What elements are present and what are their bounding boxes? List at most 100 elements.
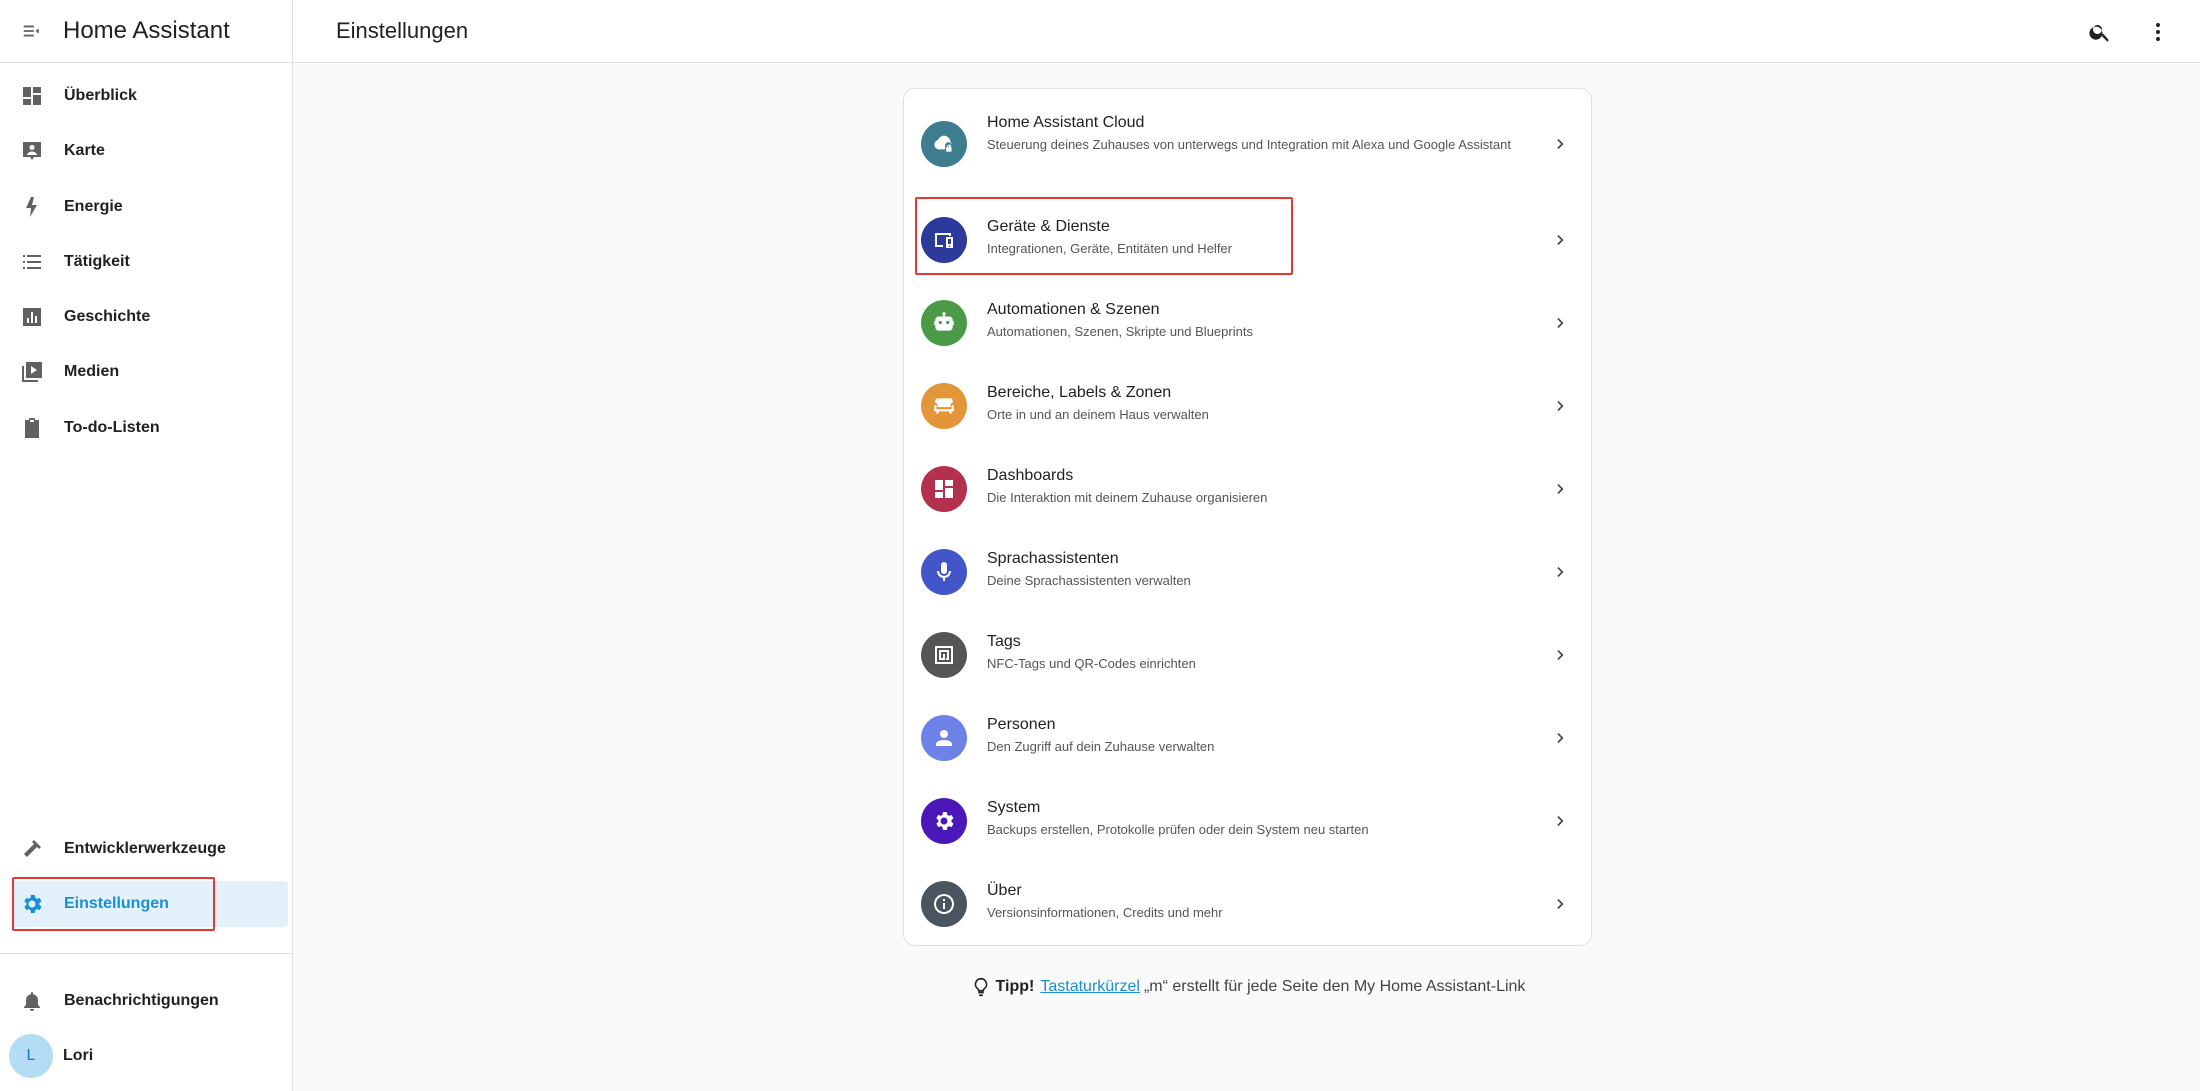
settings-row-title: Tags: [987, 633, 1021, 650]
settings-row-title: Dashboards: [987, 467, 1074, 484]
avatar: L: [9, 1034, 53, 1079]
sidebar-header: Home Assistant: [0, 0, 292, 63]
microphone-icon: [921, 549, 967, 595]
sidebar-item-label: Tätigkeit: [64, 252, 130, 270]
map-icon: [19, 138, 45, 164]
shortcuts-link[interactable]: Tastaturkürzel: [1040, 978, 1140, 996]
settings-row-devices[interactable]: Geräte & Dienste Integrationen, Geräte, …: [904, 199, 1591, 282]
settings-row-title: Sprachassistenten: [987, 550, 1119, 567]
sidebar-item-benachrichtigungen[interactable]: Benachrichtigungen: [12, 978, 288, 1024]
sidebar-item-label: Medien: [64, 363, 120, 381]
sidebar-item-ueberblick[interactable]: Überblick: [12, 73, 288, 119]
sidebar-item-label: Einstellungen: [64, 895, 169, 913]
gear-icon: [19, 891, 45, 917]
sidebar-item-medien[interactable]: Medien: [12, 349, 288, 395]
settings-row-subtitle: Integrationen, Geräte, Entitäten und Hel…: [987, 241, 1232, 256]
hammer-icon: [19, 836, 45, 862]
devices-icon: [921, 217, 967, 263]
tip-text: „m“ erstellt für jede Seite den My Home …: [1143, 978, 1526, 995]
menu-collapse-icon[interactable]: [20, 19, 44, 43]
top-actions: [2082, 0, 2176, 63]
chart-icon: [19, 304, 45, 330]
sidebar-item-karte[interactable]: Karte: [12, 128, 288, 174]
chevron-right-icon: [1549, 477, 1573, 501]
search-icon[interactable]: [2082, 14, 2118, 50]
gear-icon: [921, 798, 967, 844]
settings-row-dashboards[interactable]: Dashboards Die Interaktion mit deinem Zu…: [904, 448, 1591, 531]
sidebar-item-label: To-do-Listen: [64, 418, 160, 436]
settings-row-title: Personen: [987, 716, 1056, 733]
app-root: Home Assistant Überblick Karte Energie T…: [0, 0, 2200, 1091]
media-icon: [19, 359, 45, 385]
settings-row-title: Automationen & Szenen: [987, 301, 1160, 318]
robot-icon: [921, 300, 967, 346]
sidebar-item-todo[interactable]: To-do-Listen: [12, 405, 288, 451]
chevron-right-icon: [1549, 311, 1573, 335]
app-title: Home Assistant: [63, 17, 230, 44]
settings-row-persons[interactable]: Personen Den Zugriff auf dein Zuhause ve…: [904, 697, 1591, 780]
settings-row-subtitle: Die Interaktion mit deinem Zuhause organ…: [987, 490, 1268, 505]
chevron-right-icon: [1549, 560, 1573, 584]
chevron-right-icon: [1549, 726, 1573, 750]
settings-card: Home Assistant Cloud Steuerung deines Zu…: [903, 88, 1592, 946]
settings-row-cloud[interactable]: Home Assistant Cloud Steuerung deines Zu…: [904, 89, 1591, 199]
settings-row-tags[interactable]: Tags NFC-Tags und QR-Codes einrichten: [904, 614, 1591, 697]
settings-row-subtitle: Versionsinformationen, Credits und mehr: [987, 905, 1223, 920]
chevron-right-icon: [1549, 394, 1573, 418]
settings-row-subtitle: Deine Sprachassistenten verwalten: [987, 573, 1191, 588]
info-icon: [921, 881, 967, 927]
settings-row-system[interactable]: System Backups erstellen, Protokolle prü…: [904, 780, 1591, 863]
sidebar-item-entwicklerwerkzeuge[interactable]: Entwicklerwerkzeuge: [12, 826, 288, 872]
chevron-right-icon: [1549, 643, 1573, 667]
settings-row-title: Bereiche, Labels & Zonen: [987, 384, 1172, 401]
cloud-icon: [921, 121, 967, 167]
sidebar-item-label: Energie: [64, 197, 123, 215]
settings-row-subtitle: Steuerung deines Zuhauses von unterwegs …: [987, 137, 1511, 152]
sidebar-item-user[interactable]: L Lori: [9, 1033, 288, 1079]
settings-row-voice[interactable]: Sprachassistenten Deine Sprachassistente…: [904, 531, 1591, 614]
sofa-icon: [921, 383, 967, 429]
sidebar-bottom-nav: Entwicklerwerkzeuge Einstellungen: [0, 826, 292, 937]
sidebar-item-label: Karte: [64, 142, 105, 160]
lightning-icon: [19, 194, 45, 220]
chevron-right-icon: [1549, 228, 1573, 252]
sidebar-item-label: Entwicklerwerkzeuge: [64, 840, 226, 857]
sidebar-item-taetigkeit[interactable]: Tätigkeit: [12, 239, 288, 285]
sidebar-footer: Benachrichtigungen L Lori: [0, 978, 292, 1089]
settings-row-title: Home Assistant Cloud: [987, 114, 1145, 131]
sidebar: Home Assistant Überblick Karte Energie T…: [0, 0, 293, 1091]
bell-icon: [19, 988, 45, 1014]
lightbulb-icon: [970, 976, 992, 998]
settings-row-subtitle: Orte in und an deinem Haus verwalten: [987, 407, 1209, 422]
sidebar-item-energie[interactable]: Energie: [12, 184, 288, 230]
chevron-right-icon: [1549, 132, 1573, 156]
settings-row-title: Über: [987, 882, 1022, 899]
chevron-right-icon: [1549, 892, 1573, 916]
page-title: Einstellungen: [336, 18, 469, 43]
settings-row-automations[interactable]: Automationen & Szenen Automationen, Szen…: [904, 282, 1591, 365]
settings-row-title: System: [987, 799, 1041, 816]
user-name: Lori: [63, 1047, 94, 1065]
person-icon: [921, 715, 967, 761]
sidebar-item-label: Geschichte: [64, 308, 151, 326]
nfc-icon: [921, 632, 967, 678]
sidebar-nav: Überblick Karte Energie Tätigkeit Geschi…: [0, 73, 292, 460]
settings-row-subtitle: Den Zugriff auf dein Zuhause verwalten: [987, 739, 1215, 754]
settings-row-subtitle: Backups erstellen, Protokolle prüfen ode…: [987, 822, 1369, 837]
settings-row-about[interactable]: Über Versionsinformationen, Credits und …: [904, 863, 1591, 946]
settings-row-title: Geräte & Dienste: [987, 218, 1110, 235]
chevron-right-icon: [1549, 809, 1573, 833]
sidebar-item-geschichte[interactable]: Geschichte: [12, 294, 288, 340]
tip-bar: Tipp! Tastaturkürzel „m“ erstellt für je…: [903, 972, 1592, 1002]
dashboard-icon: [921, 466, 967, 512]
dashboard-icon: [19, 83, 45, 109]
clipboard-icon: [19, 415, 45, 441]
sidebar-item-label: Überblick: [64, 87, 137, 104]
list-icon: [19, 249, 45, 275]
tip-prefix: Tipp!: [995, 978, 1035, 995]
notifications-label: Benachrichtigungen: [64, 992, 219, 1009]
sidebar-item-einstellungen[interactable]: Einstellungen: [12, 881, 288, 928]
settings-row-subtitle: NFC-Tags und QR-Codes einrichten: [987, 656, 1196, 671]
more-vert-icon[interactable]: [2140, 14, 2176, 50]
settings-row-areas[interactable]: Bereiche, Labels & Zonen Orte in und an …: [904, 365, 1591, 448]
